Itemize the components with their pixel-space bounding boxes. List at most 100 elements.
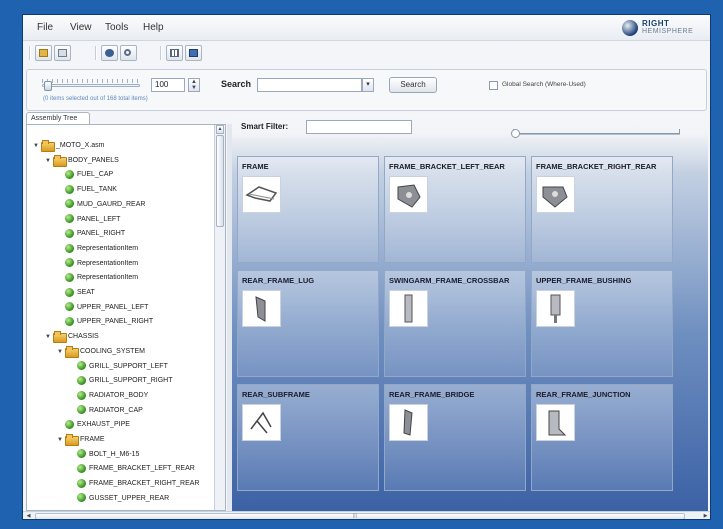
tree-row[interactable]: RepresentationItem xyxy=(57,257,138,271)
part-icon xyxy=(77,449,86,459)
zoom-slider[interactable] xyxy=(513,133,680,135)
tree-row[interactable]: RADIATOR_BODY xyxy=(69,389,148,403)
part-icon xyxy=(65,170,74,180)
tree-row[interactable]: ▼ FRAME xyxy=(57,433,105,447)
part-card-title: FRAME_BRACKET_RIGHT_REAR xyxy=(536,162,657,171)
tree-row[interactable]: MUD_GAURD_REAR xyxy=(57,198,145,212)
tree-row[interactable]: GRILL_SUPPORT_RIGHT xyxy=(69,374,173,388)
count-slider-handle[interactable] xyxy=(44,81,52,91)
tree-row-label: CHASSIS xyxy=(68,333,99,341)
menu-view[interactable]: View xyxy=(70,22,92,33)
tree-row[interactable]: EXHAUST_PIPE xyxy=(57,418,130,432)
assembly-tree: ▼ _MOTO_X.asm ▼ BODY_PANELS FUEL_CAP FUEL_TAN… xyxy=(26,124,226,511)
part-icon xyxy=(65,243,74,253)
expand-toggle-icon[interactable]: ▼ xyxy=(45,330,53,344)
part-card[interactable]: UPPER_FRAME_BUSHING xyxy=(531,270,673,377)
tree-row-label: GUSSET_UPPER_REAR xyxy=(89,494,170,502)
part-card-title: REAR_FRAME_LUG xyxy=(242,276,315,285)
tree-row-label: FUEL_CAP xyxy=(77,171,114,179)
subframe-thumbnail-icon xyxy=(242,404,281,441)
tree-row[interactable]: SEAT xyxy=(57,286,95,300)
part-icon xyxy=(65,184,74,194)
tree-row[interactable]: UPPER_PANEL_LEFT xyxy=(57,301,148,315)
part-card[interactable]: REAR_FRAME_JUNCTION xyxy=(531,384,673,491)
part-card-title: REAR_SUBFRAME xyxy=(242,390,310,399)
search-dropdown-icon[interactable]: ▾ xyxy=(362,78,374,92)
count-slider[interactable] xyxy=(42,84,140,87)
app-window: File View Tools Help RIGHT HEMISPHERE 10… xyxy=(22,14,711,520)
global-search-checkbox[interactable] xyxy=(489,81,498,90)
expand-toggle-icon[interactable]: ▼ xyxy=(33,139,41,153)
tree-row[interactable]: ▼ CHASSIS xyxy=(45,330,99,344)
tree-row[interactable]: ▼ BODY_PANELS xyxy=(45,154,119,168)
print-icon[interactable] xyxy=(54,45,71,61)
part-card-title: FRAME_BRACKET_LEFT_REAR xyxy=(389,162,505,171)
tree-scroll-thumb[interactable] xyxy=(216,135,224,227)
tree-row[interactable]: PANEL_LEFT xyxy=(57,213,120,227)
menu-bar: File View Tools Help RIGHT HEMISPHERE xyxy=(23,15,710,41)
tree-row-label: PANEL_RIGHT xyxy=(77,230,126,238)
part-icon xyxy=(65,258,74,268)
part-icon xyxy=(77,493,86,503)
search-input[interactable] xyxy=(257,78,362,92)
part-card[interactable]: REAR_FRAME_LUG xyxy=(237,270,379,377)
part-card[interactable]: FRAME_BRACKET_RIGHT_REAR xyxy=(531,156,673,263)
scroll-left-icon[interactable]: ◀ xyxy=(24,513,33,519)
tree-row[interactable]: RepresentationItem xyxy=(57,271,138,285)
folder-open-icon[interactable] xyxy=(35,45,52,61)
tree-row[interactable]: ▼ COOLING_SYSTEM xyxy=(57,345,145,359)
horizontal-scrollbar[interactable]: ◀ ||| ▶ xyxy=(23,511,710,519)
expand-toggle-icon[interactable]: ▼ xyxy=(57,345,65,359)
part-card[interactable]: REAR_SUBFRAME xyxy=(237,384,379,491)
search-button[interactable]: Search xyxy=(389,77,437,93)
menu-tools[interactable]: Tools xyxy=(105,22,128,33)
tree-row[interactable]: GRILL_SUPPORT_LEFT xyxy=(69,360,168,374)
part-card[interactable]: REAR_FRAME_BRIDGE xyxy=(384,384,526,491)
scroll-up-icon[interactable]: ▲ xyxy=(216,125,224,134)
horizontal-scroll-thumb[interactable] xyxy=(35,513,685,519)
grid-view-icon[interactable] xyxy=(166,45,183,61)
menu-help[interactable]: Help xyxy=(143,22,164,33)
expand-toggle-icon[interactable]: ▼ xyxy=(57,433,65,447)
monitor-icon[interactable] xyxy=(185,45,202,61)
tab-assembly-tree[interactable]: Assembly Tree xyxy=(26,112,90,124)
part-icon xyxy=(65,214,74,224)
scroll-right-icon[interactable]: ▶ xyxy=(701,513,710,519)
tree-row[interactable]: GUSSET_UPPER_REAR xyxy=(69,492,169,506)
part-icon xyxy=(65,302,74,312)
count-input[interactable]: 100 xyxy=(151,78,185,92)
part-card-title: UPPER_FRAME_BUSHING xyxy=(536,276,632,285)
tree-row[interactable]: RADIATOR_CAP xyxy=(69,404,143,418)
tree-row-label: UPPER_PANEL_LEFT xyxy=(77,303,149,311)
crossbar-thumbnail-icon xyxy=(389,290,428,327)
tree-row[interactable]: BOLT_H_M6-15 xyxy=(69,448,139,462)
tree-row-label: BOLT_H_M6-15 xyxy=(89,450,140,458)
part-card-title: FRAME xyxy=(242,162,269,171)
tree-row-label: RepresentationItem xyxy=(77,274,139,282)
tree-row[interactable]: FUEL_CAP xyxy=(57,168,113,182)
lug-thumbnail-icon xyxy=(242,290,281,327)
tree-row[interactable]: FUEL_TANK xyxy=(57,183,117,197)
menu-file[interactable]: File xyxy=(37,22,53,33)
count-spinner[interactable]: ▲ ▼ xyxy=(188,78,200,92)
part-card[interactable]: FRAME_BRACKET_LEFT_REAR xyxy=(384,156,526,263)
tree-row-label: GRILL_SUPPORT_RIGHT xyxy=(89,377,173,385)
tree-row[interactable]: RepresentationItem xyxy=(57,242,138,256)
tree-row[interactable]: ▼ _MOTO_X.asm xyxy=(33,139,105,153)
smart-filter-input[interactable] xyxy=(306,120,412,134)
folder-icon xyxy=(53,154,67,167)
tree-row[interactable]: FRAME_BRACKET_RIGHT_REAR xyxy=(69,477,199,491)
tree-row[interactable]: PANEL_RIGHT xyxy=(57,227,125,241)
zoom-slider-handle[interactable] xyxy=(511,129,520,138)
tree-row[interactable]: FRAME_BRACKET_LEFT_REAR xyxy=(69,462,195,476)
expand-toggle-icon[interactable]: ▼ xyxy=(45,154,53,168)
logo-line1: RIGHT xyxy=(642,19,670,28)
part-card[interactable]: FRAME xyxy=(237,156,379,263)
tree-row-label: GRILL_SUPPORT_LEFT xyxy=(89,362,168,370)
part-icon xyxy=(77,390,86,400)
part-card[interactable]: SWINGARM_FRAME_CROSSBAR xyxy=(384,270,526,377)
find-icon[interactable] xyxy=(120,45,137,61)
settings-icon[interactable] xyxy=(101,45,118,61)
tree-row[interactable]: UPPER_PANEL_RIGHT xyxy=(57,315,153,329)
tree-scrollbar[interactable]: ▲ xyxy=(214,125,225,510)
